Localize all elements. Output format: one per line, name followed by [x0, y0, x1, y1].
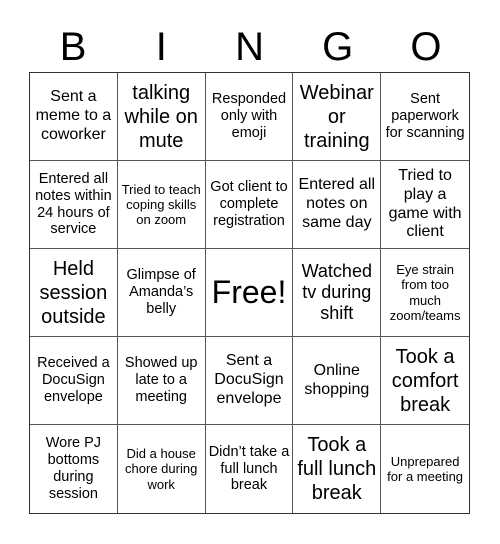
bingo-cell[interactable]: Took a full lunch break: [293, 425, 382, 513]
bingo-cell[interactable]: Online shopping: [293, 337, 382, 425]
bingo-cell[interactable]: Sent a meme to a coworker: [30, 73, 118, 161]
bingo-cell[interactable]: Webinar or training: [293, 73, 382, 161]
bingo-header: B I N G O: [29, 22, 470, 72]
bingo-cell[interactable]: Wore PJ bottoms during session: [30, 425, 118, 513]
free-space[interactable]: Free!: [205, 249, 294, 337]
header-letter-o: O: [410, 25, 442, 69]
bingo-cell[interactable]: Entered all notes within 24 hours of ser…: [30, 161, 118, 249]
bingo-cell[interactable]: Tried to play a game with client: [381, 161, 469, 249]
header-letter-i: I: [155, 25, 167, 69]
bingo-cell[interactable]: Didn’t take a full lunch break: [206, 425, 294, 513]
bingo-cell[interactable]: Tried to teach coping skills on zoom: [117, 161, 206, 249]
bingo-cell[interactable]: Showed up late to a meeting: [117, 337, 206, 425]
bingo-cell[interactable]: Responded only with emoji: [205, 73, 294, 161]
bingo-cell[interactable]: Did a house chore during work: [118, 425, 206, 513]
header-letter-n: N: [235, 25, 264, 69]
bingo-cell[interactable]: Entered all notes on same day: [293, 161, 382, 249]
bingo-cell[interactable]: talking while on mute: [117, 73, 206, 161]
bingo-cell[interactable]: Sent paperwork for scanning: [381, 73, 469, 161]
bingo-grid: Sent a meme to a coworker talking while …: [29, 72, 470, 514]
bingo-cell[interactable]: Sent a DocuSign envelope: [205, 337, 294, 425]
bingo-cell[interactable]: Watched tv during shift: [293, 249, 382, 337]
bingo-cell[interactable]: Got client to complete registration: [205, 161, 294, 249]
bingo-cell[interactable]: Received a DocuSign envelope: [30, 337, 118, 425]
bingo-cell[interactable]: Unprepared for a meeting: [381, 425, 469, 513]
header-letter-g: G: [322, 25, 354, 69]
bingo-cell[interactable]: Glimpse of Amanda’s belly: [117, 249, 206, 337]
header-letter-b: B: [59, 25, 87, 69]
bingo-cell[interactable]: Held session outside: [30, 249, 118, 337]
bingo-cell[interactable]: Took a comfort break: [381, 337, 469, 425]
bingo-cell[interactable]: Eye strain from too much zoom/teams: [381, 249, 469, 337]
